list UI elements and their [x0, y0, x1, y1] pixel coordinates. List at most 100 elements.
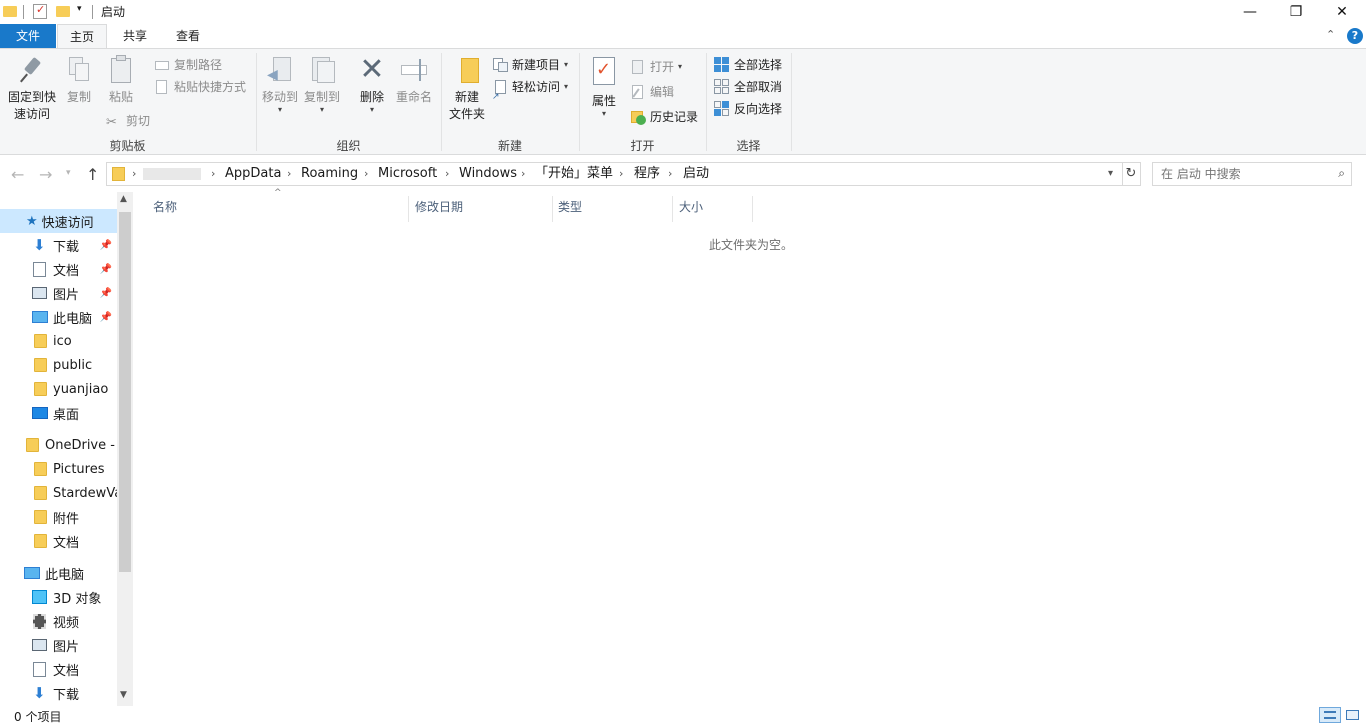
- customize-toolbar-icon[interactable]: ▾: [77, 4, 82, 14]
- breadcrumb-chevron[interactable]: ›: [521, 163, 525, 185]
- scroll-up-icon[interactable]: ▲: [120, 194, 127, 204]
- collapse-ribbon-icon[interactable]: ⌃: [1326, 28, 1335, 41]
- column-separator[interactable]: [408, 196, 409, 222]
- select-all-button[interactable]: 全部选择: [714, 55, 782, 75]
- nav-label: 附件: [53, 511, 80, 527]
- nav-item-this-pc[interactable]: 此电脑 📌: [0, 305, 117, 329]
- nav-item-onedrive-stardew[interactable]: StardewVa: [0, 481, 117, 505]
- breadcrumb-startup[interactable]: 启动: [683, 163, 709, 185]
- address-dropdown-icon[interactable]: ▾: [1108, 163, 1113, 185]
- nav-item-pc-pictures[interactable]: 图片: [0, 633, 117, 657]
- breadcrumb-chevron[interactable]: ›: [132, 163, 136, 185]
- breadcrumb-roaming[interactable]: Roaming: [301, 163, 358, 185]
- new-folder-button[interactable]: 新建 文件夹: [446, 55, 488, 123]
- copy-path-label: 复制路径: [174, 58, 223, 72]
- breadcrumb-chevron[interactable]: ›: [211, 163, 215, 185]
- nav-this-pc[interactable]: 此电脑: [0, 561, 117, 585]
- pin-quick-access-button[interactable]: 固定到快 速访问: [2, 55, 62, 123]
- new-item-button[interactable]: 新建项目 ▾: [492, 55, 568, 75]
- copy-button[interactable]: 复制: [64, 55, 94, 106]
- breadcrumb-windows[interactable]: Windows: [459, 163, 517, 185]
- clipboard-group-label: 剪贴板: [109, 139, 146, 153]
- nav-item-public[interactable]: public: [0, 353, 117, 377]
- column-separator[interactable]: [752, 196, 753, 222]
- address-bar[interactable]: › › AppData › Roaming › Microsoft › Wind…: [106, 162, 1123, 186]
- details-view-button[interactable]: [1319, 707, 1341, 723]
- nav-item-onedrive-attachments[interactable]: 附件: [0, 505, 117, 529]
- pin-icon: 📌: [99, 311, 112, 323]
- paste-shortcut-button[interactable]: 粘贴快捷方式: [154, 77, 246, 97]
- rename-button[interactable]: 重命名: [394, 55, 434, 106]
- scroll-down-icon[interactable]: ▼: [120, 690, 127, 700]
- video-icon: [33, 613, 46, 629]
- column-header-modified[interactable]: 修改日期: [415, 197, 463, 223]
- breadcrumb-programs[interactable]: 程序: [634, 163, 660, 185]
- nav-item-yuanjiao[interactable]: yuanjiao: [0, 377, 117, 401]
- window-title: 启动: [101, 5, 126, 19]
- column-separator[interactable]: [672, 196, 673, 222]
- nav-item-onedrive-pictures[interactable]: Pictures: [0, 457, 117, 481]
- tab-share[interactable]: 共享: [110, 24, 160, 48]
- paste-button[interactable]: 粘贴: [104, 55, 138, 106]
- breadcrumb-chevron[interactable]: ›: [668, 163, 672, 185]
- tab-file[interactable]: 文件: [0, 24, 56, 48]
- search-input[interactable]: [1161, 163, 1331, 185]
- recent-locations-icon[interactable]: ▾: [66, 168, 71, 178]
- nav-item-downloads[interactable]: ⬇ 下载 📌: [0, 233, 117, 257]
- open-group-label: 打开: [630, 139, 655, 153]
- close-button[interactable]: ✕: [1319, 0, 1365, 24]
- tab-view[interactable]: 查看: [163, 24, 213, 48]
- history-button[interactable]: 历史记录: [630, 107, 698, 127]
- open-dropdown-icon: ▾: [678, 62, 683, 71]
- breadcrumb-chevron[interactable]: ›: [287, 163, 291, 185]
- breadcrumb-chevron[interactable]: ›: [619, 163, 623, 185]
- tab-home[interactable]: 主页: [57, 24, 107, 49]
- copy-to-button[interactable]: 复制到 ▾: [301, 55, 343, 114]
- invert-selection-button[interactable]: 反向选择: [714, 99, 782, 119]
- column-header-size[interactable]: 大小: [679, 197, 703, 223]
- help-icon[interactable]: ?: [1347, 28, 1363, 44]
- refresh-button[interactable]: ↻: [1122, 162, 1141, 186]
- nav-label: 文档: [53, 663, 80, 679]
- pin-label-2: 速访问: [13, 107, 50, 121]
- minimize-button[interactable]: —: [1227, 0, 1273, 24]
- copy-path-button[interactable]: 复制路径: [154, 55, 222, 75]
- nav-item-onedrive-documents[interactable]: 文档: [0, 529, 117, 553]
- nav-item-ico[interactable]: ico: [0, 329, 117, 353]
- column-header-type[interactable]: 类型: [558, 197, 582, 223]
- maximize-button[interactable]: ❐: [1273, 0, 1319, 24]
- nav-scrollbar-thumb[interactable]: [119, 212, 131, 572]
- nav-label: 视频: [53, 615, 80, 631]
- nav-item-documents[interactable]: 文档 📌: [0, 257, 117, 281]
- properties-button[interactable]: ✓ 属性 ▾: [586, 55, 622, 118]
- up-button[interactable]: ↑: [86, 165, 99, 184]
- edit-button[interactable]: 编辑: [630, 82, 674, 102]
- nav-item-3d-objects[interactable]: 3D 对象: [0, 585, 117, 609]
- properties-quick-icon[interactable]: ✓: [33, 3, 47, 19]
- nav-onedrive[interactable]: OneDrive - P: [0, 433, 117, 457]
- column-header-name[interactable]: 名称: [153, 197, 177, 223]
- new-folder-quick-icon[interactable]: [56, 6, 70, 17]
- cut-button[interactable]: ✂ 剪切: [106, 111, 150, 131]
- forward-button[interactable]: →: [39, 165, 52, 184]
- select-none-button[interactable]: 全部取消: [714, 77, 782, 97]
- breadcrumb-microsoft[interactable]: Microsoft: [378, 163, 437, 185]
- column-separator[interactable]: [552, 196, 553, 222]
- nav-item-videos[interactable]: 视频: [0, 609, 117, 633]
- back-button[interactable]: ←: [11, 165, 24, 184]
- move-to-button[interactable]: ◀ 移动到 ▾: [259, 55, 301, 114]
- search-icon[interactable]: ⌕: [1338, 166, 1345, 181]
- breadcrumb-appdata[interactable]: AppData: [225, 163, 281, 185]
- large-icons-view-button[interactable]: [1344, 707, 1362, 723]
- easy-access-button[interactable]: ↗ 轻松访问 ▾: [492, 77, 568, 102]
- nav-quick-access[interactable]: ★ 快速访问: [0, 209, 117, 233]
- open-button[interactable]: 打开 ▾: [630, 57, 682, 77]
- nav-item-pictures[interactable]: 图片 📌: [0, 281, 117, 305]
- delete-button[interactable]: ✕ 删除 ▾: [352, 55, 392, 114]
- breadcrumb-start-menu[interactable]: 「开始」菜单: [535, 163, 613, 185]
- breadcrumb-chevron[interactable]: ›: [445, 163, 449, 185]
- nav-item-desktop[interactable]: 桌面: [0, 401, 117, 425]
- nav-item-pc-downloads[interactable]: ⬇ 下载: [0, 681, 117, 705]
- breadcrumb-chevron[interactable]: ›: [364, 163, 368, 185]
- nav-item-pc-documents[interactable]: 文档: [0, 657, 117, 681]
